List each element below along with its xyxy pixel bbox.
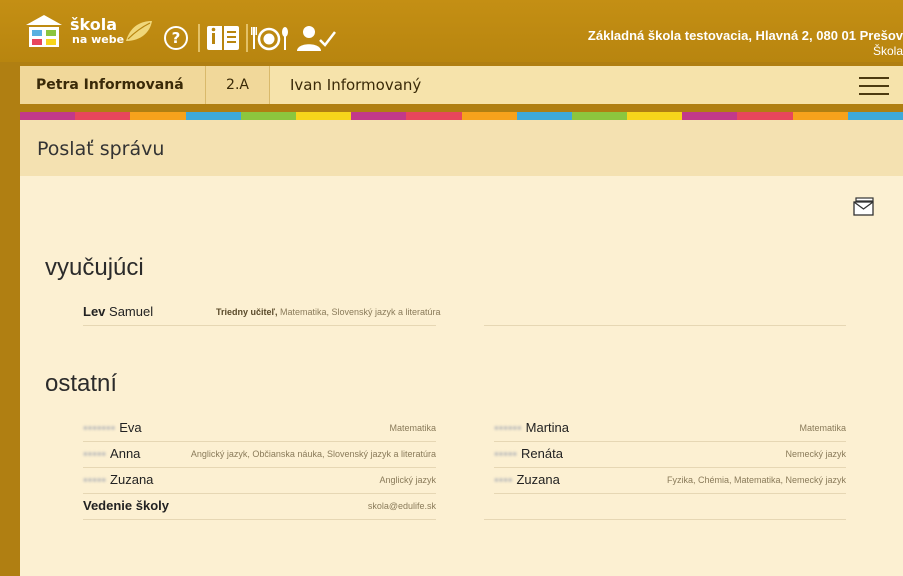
blurred-surname: ▪▪▪▪▪ (83, 446, 107, 461)
color-strip-segment (516, 112, 572, 120)
contact-subjects: Matematika (389, 423, 436, 433)
contact-name: Vedenie školy (83, 498, 169, 513)
contact-name: ▪▪▪▪▪▪ Martina (494, 420, 569, 435)
color-strip-segment (627, 112, 683, 120)
logo-text-primary: škola (70, 15, 118, 34)
empty-row (484, 300, 846, 326)
panel-header: Poslať správu (20, 120, 903, 176)
help-icon[interactable]: ? (164, 26, 188, 50)
lunch-icon[interactable] (251, 24, 291, 52)
contact-subjects: Anglický jazyk, Občianska náuka, Slovens… (190, 449, 436, 459)
user-bar: Petra Informovaná 2.A Ivan Informovaný (20, 66, 903, 104)
main-panel: Poslať správu vyučujúci Lev Samuel Tried… (20, 120, 903, 576)
section-title-teachers: vyučujúci (45, 254, 144, 281)
envelope-stack-icon[interactable] (853, 197, 875, 217)
color-strip-segment (20, 112, 76, 120)
color-strip-segment (406, 112, 462, 120)
divider (246, 24, 248, 52)
school-name: Základná škola testovacia, Hlavná 2, 080… (587, 28, 903, 43)
contact-subjects: Anglický jazyk (379, 475, 436, 485)
contact-group-name: Vedenie školy (83, 498, 169, 513)
contact-row[interactable]: ▪▪▪▪ Zuzana Fyzika, Chémia, Matematika, N… (494, 468, 846, 494)
logo-text-secondary: na webe (72, 33, 125, 46)
teacher-role: Triedny učiteľ, (216, 307, 278, 317)
blurred-surname: ▪▪▪▪ (494, 472, 513, 487)
color-strip-segment (240, 112, 296, 120)
contact-given-name: Eva (119, 420, 142, 435)
contact-row[interactable]: ▪▪▪▪▪▪ Martina Matematika (494, 416, 846, 442)
section-title-others: ostatní (45, 370, 118, 397)
school-house-icon (26, 15, 62, 47)
contact-name: ▪▪▪▪▪▪▪ Eva (83, 420, 142, 435)
contact-name: ▪▪▪▪▪ Renáta (494, 446, 563, 461)
blurred-surname: ▪▪▪▪▪ (494, 446, 518, 461)
color-strip-segment (792, 112, 848, 120)
contact-subjects: Matematika (799, 423, 846, 433)
contact-name: ▪▪▪▪▪ Anna (83, 446, 140, 461)
color-strip-segment (847, 112, 903, 120)
contact-given-name: Anna (110, 446, 141, 461)
student-class[interactable]: 2.A (206, 66, 270, 104)
color-strip-segment (461, 112, 517, 120)
color-strip-segment (351, 112, 407, 120)
teacher-row[interactable]: Lev Samuel Triedny učiteľ, Matematika, S… (83, 300, 441, 326)
contact-given-name: Martina (525, 420, 570, 435)
school-logo[interactable]: škola na webe (26, 15, 186, 51)
blurred-surname: ▪▪▪▪▪▪ (494, 420, 522, 435)
contact-row[interactable]: ▪▪▪▪▪▪▪ Eva Matematika (83, 416, 436, 442)
color-strip-segment (185, 112, 241, 120)
attendance-user-icon[interactable] (296, 24, 336, 52)
top-bar: škola na webe ? Základná škola testovaci… (0, 0, 903, 62)
contact-given-name: Zuzana (516, 472, 560, 487)
contact-given-name: Renáta (521, 446, 563, 461)
hamburger-menu-icon[interactable] (859, 77, 889, 95)
color-strip-segment (75, 112, 131, 120)
contact-row[interactable]: ▪▪▪▪▪ Renáta Nemecký jazyk (494, 442, 846, 468)
contact-name: ▪▪▪▪ Zuzana (494, 472, 560, 487)
color-strip-segment (295, 112, 352, 120)
blurred-surname: ▪▪▪▪▪ (83, 472, 107, 487)
color-strip (20, 112, 903, 120)
contact-row[interactable]: ▪▪▪▪▪ Zuzana Anglický jazyk (83, 468, 436, 494)
contact-given-name: Zuzana (110, 472, 154, 487)
divider (198, 24, 200, 52)
contact-name: ▪▪▪▪▪ Zuzana (83, 472, 153, 487)
color-strip-segment (737, 112, 793, 120)
contact-row[interactable]: Vedenie školy skola@edulife.sk (83, 494, 436, 520)
teacher-subjects: Triedny učiteľ, Matematika, Slovenský ja… (216, 307, 441, 317)
teacher-name: Lev Samuel (83, 304, 153, 319)
contact-email: skola@edulife.sk (367, 501, 436, 511)
color-strip-segment (130, 112, 186, 120)
contact-subjects: Fyzika, Chémia, Matematika, Nemecký jazy… (666, 475, 846, 485)
contact-subjects: Nemecký jazyk (785, 449, 846, 459)
color-strip-segment (682, 112, 738, 120)
parent-name[interactable]: Ivan Informovaný (290, 66, 421, 104)
student-name[interactable]: Petra Informovaná (20, 66, 206, 104)
empty-row (484, 494, 846, 520)
teacher-surname: Lev (83, 304, 106, 319)
school-info: Základná škola testovacia, Hlavná 2, 080… (588, 28, 903, 58)
teacher-subject-list: Matematika, Slovenský jazyk a literatúra (277, 307, 441, 317)
school-link[interactable]: Škola (588, 44, 903, 58)
leaf-icon (126, 21, 152, 41)
teacher-given-name: Samuel (109, 304, 154, 319)
info-book-icon[interactable] (206, 24, 240, 52)
page-title: Poslať správu (37, 138, 165, 160)
blurred-surname: ▪▪▪▪▪▪▪ (83, 420, 116, 435)
contact-row[interactable]: ▪▪▪▪▪ Anna Anglický jazyk, Občianska náuk… (83, 442, 436, 468)
color-strip-segment (571, 112, 628, 120)
